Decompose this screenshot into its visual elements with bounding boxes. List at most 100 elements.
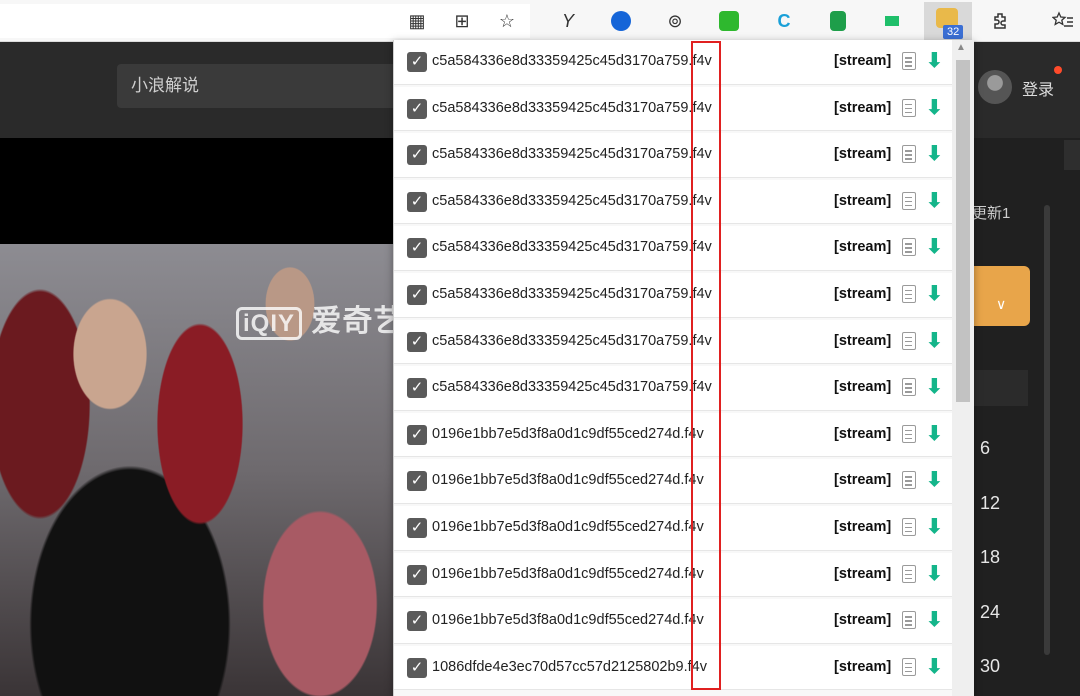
- stream-filename: 0196e1bb7e5d3f8a0d1c9df55ced274d.f4v: [432, 612, 704, 629]
- checkbox[interactable]: ✓: [407, 378, 427, 399]
- copy-icon[interactable]: [902, 378, 916, 397]
- extension-link-icon[interactable]: ⊚: [662, 8, 688, 34]
- stream-tag: [stream]: [834, 612, 892, 629]
- episode-range-tab[interactable]: [972, 370, 1028, 406]
- stream-filename: c5a584336e8d33359425c45d3170a759.f4v: [432, 146, 712, 163]
- list-item[interactable]: ✓ c5a584336e8d33359425c45d3170a759.f4v [st…: [394, 226, 952, 271]
- list-item[interactable]: ✓ 0196e1bb7e5d3f8a0d1c9df55ced274d.f4v [st…: [394, 412, 952, 458]
- list-item[interactable]: ✓ c5a584336e8d33359425c45d3170a759.f4v [st…: [394, 40, 952, 85]
- episode-number[interactable]: 6: [980, 438, 990, 459]
- list-item[interactable]: ✓ c5a584336e8d33359425c45d3170a759.f4v [st…: [394, 366, 952, 411]
- extension-blue-circle-icon[interactable]: [608, 8, 634, 34]
- copy-icon[interactable]: [902, 238, 916, 257]
- list-item[interactable]: ✓ c5a584336e8d33359425c45d3170a759.f4v [st…: [394, 133, 952, 178]
- list-item[interactable]: ✓ 0196e1bb7e5d3f8a0d1c9df55ced274d.f4v [st…: [394, 599, 952, 644]
- list-item[interactable]: ✓ 0196e1bb7e5d3f8a0d1c9df55ced274d.f4v [st…: [394, 505, 952, 551]
- extension-green-flag-icon[interactable]: [879, 8, 905, 34]
- panel-scrollbar[interactable]: [1044, 205, 1050, 655]
- login-link[interactable]: 登录: [1022, 76, 1054, 100]
- episode-number[interactable]: 12: [980, 493, 1000, 514]
- checkbox[interactable]: ✓: [407, 52, 427, 72]
- split-view-icon[interactable]: ⊞: [449, 8, 475, 34]
- scroll-up-arrow-icon[interactable]: ▲: [956, 42, 966, 53]
- panel-toggle-icon[interactable]: [1064, 140, 1080, 170]
- checkbox[interactable]: ✓: [407, 564, 427, 585]
- copy-icon[interactable]: [902, 52, 916, 70]
- download-icon[interactable]: ⬇: [926, 190, 944, 212]
- checkbox[interactable]: ✓: [407, 471, 427, 492]
- download-icon[interactable]: ⬇: [926, 283, 944, 305]
- download-icon[interactable]: ⬇: [926, 609, 944, 631]
- apps-icon[interactable]: ▦: [404, 8, 430, 34]
- checkbox[interactable]: ✓: [407, 145, 427, 166]
- stream-tag: [stream]: [834, 658, 892, 675]
- stream-filename: c5a584336e8d33359425c45d3170a759.f4v: [432, 53, 712, 69]
- episode-number[interactable]: 24: [980, 602, 1000, 623]
- watermark-text: 爱奇艺: [311, 305, 405, 338]
- list-item[interactable]: ✓ c5a584336e8d33359425c45d3170a759.f4v [st…: [394, 319, 952, 365]
- update-status: 更新1: [972, 205, 1011, 222]
- iqiyi-watermark: iQIY 爱奇艺: [236, 296, 404, 340]
- copy-icon[interactable]: [902, 657, 916, 676]
- checkbox[interactable]: ✓: [407, 238, 427, 259]
- vip-banner[interactable]: ∨: [972, 266, 1030, 326]
- checkbox[interactable]: ✓: [407, 331, 427, 352]
- search-input[interactable]: 小浪解说: [117, 64, 417, 108]
- copy-icon[interactable]: [902, 98, 916, 117]
- download-icon[interactable]: ⬇: [926, 143, 944, 165]
- download-icon[interactable]: ⬇: [926, 376, 944, 398]
- extension-green-sheet-icon[interactable]: [825, 8, 851, 34]
- copy-icon[interactable]: [902, 471, 916, 490]
- stream-filename: c5a584336e8d33359425c45d3170a759.f4v: [432, 332, 712, 349]
- stream-filename: c5a584336e8d33359425c45d3170a759.f4v: [432, 379, 712, 396]
- copy-icon[interactable]: [902, 284, 916, 303]
- download-icon[interactable]: ⬇: [926, 563, 944, 585]
- checkbox[interactable]: ✓: [407, 517, 427, 538]
- extension-green-chat-icon[interactable]: [716, 8, 742, 34]
- checkbox[interactable]: ✓: [407, 98, 427, 119]
- checkbox[interactable]: ✓: [407, 191, 427, 212]
- download-icon[interactable]: ⬇: [926, 330, 944, 352]
- stream-list: ✓ c5a584336e8d33359425c45d3170a759.f4v [st…: [394, 40, 952, 692]
- copy-icon[interactable]: [902, 611, 916, 630]
- extension-badge: 32: [943, 25, 964, 39]
- extension-c-icon[interactable]: C: [771, 8, 797, 34]
- copy-icon[interactable]: [902, 424, 916, 443]
- episode-number[interactable]: 30: [980, 656, 1000, 674]
- list-item[interactable]: ✓ c5a584336e8d33359425c45d3170a759.f4v [st…: [394, 179, 952, 225]
- download-icon[interactable]: ⬇: [926, 516, 944, 538]
- list-item[interactable]: ✓ 0196e1bb7e5d3f8a0d1c9df55ced274d.f4v [st…: [394, 552, 952, 598]
- extensions-icon[interactable]: [988, 8, 1014, 34]
- stream-tag: [stream]: [834, 99, 892, 116]
- stream-tag: [stream]: [834, 332, 892, 349]
- favorite-add-icon[interactable]: ☆: [494, 8, 520, 34]
- download-icon[interactable]: ⬇: [926, 236, 944, 258]
- popup-scrollbar-thumb[interactable]: [956, 60, 970, 402]
- stream-tag: [stream]: [834, 565, 892, 582]
- stream-filename: 0196e1bb7e5d3f8a0d1c9df55ced274d.f4v: [432, 518, 704, 535]
- avatar[interactable]: [978, 70, 1012, 104]
- highlight-box: [691, 41, 721, 690]
- copy-icon[interactable]: [902, 564, 916, 583]
- copy-icon[interactable]: [902, 191, 916, 210]
- copy-icon[interactable]: [902, 517, 916, 536]
- copy-icon[interactable]: [902, 145, 916, 164]
- list-item[interactable]: ✓ 1086dfde4e3ec70d57cc57d2125802b9.f4v [st…: [394, 645, 952, 691]
- list-item[interactable]: ✓ c5a584336e8d33359425c45d3170a759.f4v [st…: [394, 272, 952, 318]
- download-icon[interactable]: ⬇: [926, 469, 944, 491]
- favorites-list-icon[interactable]: [1050, 8, 1076, 34]
- list-item[interactable]: ✓ 0196e1bb7e5d3f8a0d1c9df55ced274d.f4v [st…: [394, 459, 952, 504]
- copy-icon[interactable]: [902, 331, 916, 350]
- download-icon[interactable]: ⬇: [926, 97, 944, 119]
- checkbox[interactable]: ✓: [407, 284, 427, 305]
- download-icon[interactable]: ⬇: [926, 423, 944, 445]
- episode-number[interactable]: 18: [980, 547, 1000, 568]
- list-item[interactable]: ✓ c5a584336e8d33359425c45d3170a759.f4v [st…: [394, 86, 952, 132]
- checkbox[interactable]: ✓: [407, 424, 427, 445]
- stream-tag: [stream]: [834, 379, 892, 396]
- download-icon[interactable]: ⬇: [926, 50, 944, 72]
- download-icon[interactable]: ⬇: [926, 656, 944, 678]
- checkbox[interactable]: ✓: [407, 657, 427, 678]
- extension-y-icon[interactable]: Y: [555, 8, 581, 34]
- checkbox[interactable]: ✓: [407, 611, 427, 632]
